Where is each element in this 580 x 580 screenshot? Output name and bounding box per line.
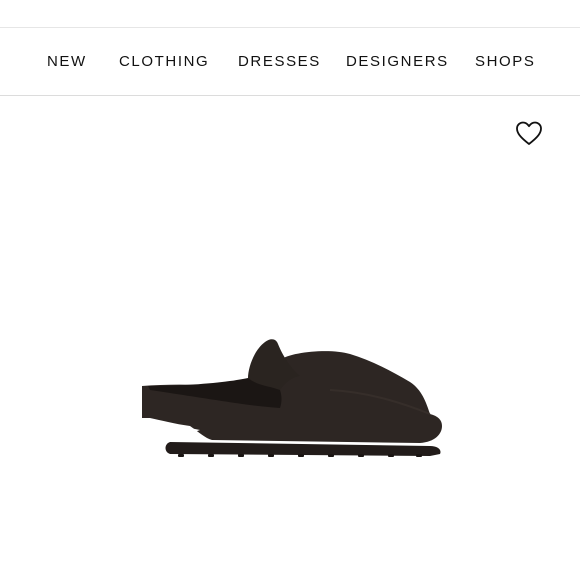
nav-item-designers[interactable]: DESIGNERS	[346, 28, 449, 96]
top-strip	[0, 0, 580, 28]
nav-item-dresses[interactable]: DRESSES	[238, 28, 321, 96]
wishlist-button[interactable]	[514, 118, 544, 148]
product-image[interactable]	[130, 330, 450, 480]
nav-item-new[interactable]: NEW	[47, 28, 87, 96]
clog-shoe	[142, 339, 442, 457]
main-nav: NEW CLOTHING DRESSES DESIGNERS SHOPS	[0, 28, 580, 96]
heart-outline-icon	[516, 121, 542, 145]
nav-item-clothing[interactable]: CLOTHING	[119, 28, 209, 96]
nav-item-shops[interactable]: SHOPS	[475, 28, 536, 96]
